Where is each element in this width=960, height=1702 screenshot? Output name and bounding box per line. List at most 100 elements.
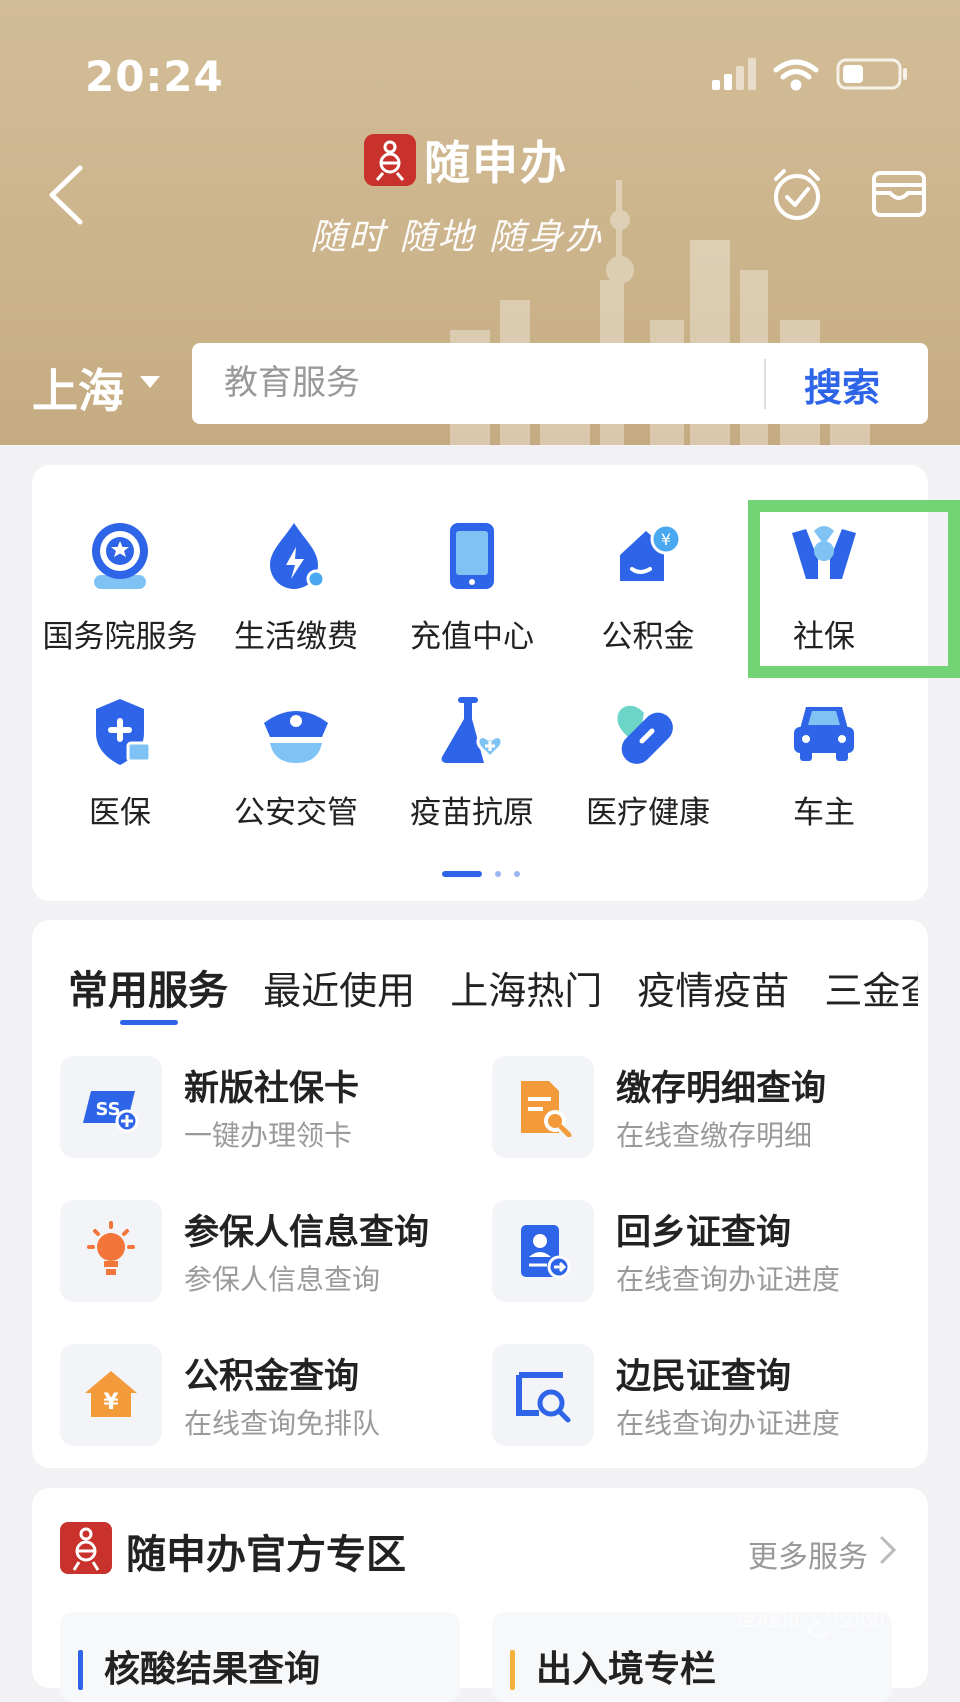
card-label: 核酸结果查询 (104, 1649, 321, 1690)
service-item-insured-info[interactable]: 参保人信息查询 参保人信息查询 (60, 1200, 460, 1310)
service-icon-box: SS (60, 1056, 162, 1158)
state-council-icon (92, 523, 148, 589)
grid-label: 生活缴费 (234, 619, 358, 655)
page-indicator (442, 863, 528, 882)
logo-icon (364, 134, 416, 186)
car-icon (794, 707, 854, 761)
grid-label: 医保 (89, 795, 151, 831)
grid-label: 国务院服务 (42, 619, 198, 655)
signal-icon (712, 58, 756, 90)
more-services-link[interactable]: 更多服务 (748, 1532, 868, 1576)
grid-item-vaccine[interactable]: 疫苗抗原 (384, 693, 560, 832)
service-title: 回乡证查询 (616, 1213, 792, 1253)
active-tab-indicator (120, 1020, 178, 1025)
service-item-housing-fund-query[interactable]: ¥ 公积金查询 在线查询免排队 (60, 1344, 460, 1454)
app-slogan: 随时 随地 随身办 (310, 217, 603, 258)
card-wallet-icon[interactable] (870, 165, 928, 223)
utility-payment-icon (270, 523, 326, 589)
window-search-icon (516, 1372, 571, 1423)
official-zone-title: 随申办官方专区 (126, 1532, 406, 1578)
status-icons (712, 58, 907, 91)
phone-recharge-icon (450, 523, 494, 589)
grid-item-medical-insurance[interactable]: 医保 (32, 693, 208, 832)
highlight-box (748, 500, 960, 678)
service-subtitle: 在线查询免排队 (184, 1407, 381, 1440)
service-tabs: 常用服务 最近使用 上海热门 疫情疫苗 三金查询 (68, 958, 918, 1018)
back-button[interactable] (40, 160, 100, 230)
service-icon-box (492, 1056, 594, 1158)
service-title: 新版社保卡 (184, 1069, 360, 1109)
id-card-icon (521, 1225, 571, 1279)
city-selector[interactable]: 上海 (32, 355, 124, 421)
grid-item-state-council[interactable]: 国务院服务 (32, 517, 208, 656)
svg-text:Bai: Bai (736, 1594, 800, 1635)
page-dot-active (442, 870, 482, 877)
tab-common-services[interactable]: 常用服务 (68, 958, 228, 1016)
caret-down-icon[interactable] (140, 376, 160, 388)
service-subtitle: 参保人信息查询 (184, 1263, 381, 1296)
service-subtitle: 一键办理领卡 (184, 1119, 353, 1152)
svg-text:¥: ¥ (661, 530, 671, 549)
service-title: 缴存明细查询 (616, 1069, 827, 1109)
app-logo: 随申办 (364, 130, 604, 190)
grid-label: 疫苗抗原 (410, 795, 534, 831)
card-accent-bar (78, 1650, 83, 1690)
service-icon-box: ¥ (60, 1344, 162, 1446)
grid-item-recharge[interactable]: 充值中心 (384, 517, 560, 656)
page-dot (495, 870, 502, 877)
tab-epidemic-vaccine[interactable]: 疫情疫苗 (637, 960, 789, 1015)
vaccine-flask-icon (441, 697, 504, 763)
chevron-right-icon[interactable] (878, 1534, 898, 1566)
grid-label: 车主 (793, 795, 855, 831)
document-search-icon (521, 1081, 572, 1137)
search-bar: 搜索 (192, 343, 928, 424)
service-subtitle: 在线查询办证进度 (616, 1407, 841, 1440)
lightbulb-icon (87, 1221, 135, 1275)
search-input[interactable] (224, 359, 724, 407)
service-title: 边民证查询 (616, 1357, 792, 1397)
logo-icon (60, 1522, 112, 1574)
search-divider (764, 359, 766, 409)
grid-item-police[interactable]: 公安交管 (208, 693, 384, 832)
service-subtitle: 在线查缴存明细 (616, 1119, 813, 1152)
search-button[interactable]: 搜索 (804, 357, 880, 412)
app-header: 20:24 随申办 随时 随地 随身办 上海 教育服务 搜索 (0, 0, 960, 445)
alarm-clock-icon[interactable] (768, 165, 826, 223)
service-icon-box (60, 1200, 162, 1302)
grid-item-utility-payment[interactable]: 生活缴费 (208, 517, 384, 656)
health-pill-icon (617, 705, 673, 764)
service-title: 参保人信息查询 (184, 1213, 430, 1253)
medical-insurance-icon (96, 699, 152, 765)
service-icon-box (492, 1344, 594, 1446)
yuan-house-icon: ¥ (85, 1371, 137, 1417)
grid-item-health[interactable]: 医疗健康 (560, 693, 736, 832)
service-title: 公积金查询 (184, 1357, 360, 1397)
service-item-home-return-permit[interactable]: 回乡证查询 在线查询办证进度 (492, 1200, 892, 1310)
status-time: 20:24 (85, 52, 224, 101)
service-subtitle: 在线查询办证进度 (616, 1263, 841, 1296)
app-name: 随申办 (424, 136, 568, 190)
grid-label: 医疗健康 (586, 795, 710, 831)
housing-fund-icon: ¥ (620, 523, 682, 581)
tab-three-funds[interactable]: 三金查询 (824, 960, 918, 1015)
common-services-card: 常用服务 最近使用 上海热门 疫情疫苗 三金查询 SS 新版社保卡 一键办理领卡 (32, 920, 928, 1468)
tab-recent[interactable]: 最近使用 (263, 960, 415, 1015)
svg-text:du: du (834, 1594, 885, 1635)
nucleic-test-card[interactable]: 核酸结果查询 (60, 1612, 460, 1702)
wifi-icon (773, 59, 819, 91)
grid-item-car-owner[interactable]: 车主 (736, 693, 912, 832)
grid-label: 公安交管 (234, 795, 358, 831)
page-dot (514, 870, 521, 877)
service-item-deposit-detail[interactable]: 缴存明细查询 在线查缴存明细 (492, 1056, 892, 1166)
tab-shanghai-hot[interactable]: 上海热门 (450, 960, 602, 1015)
grid-item-housing-fund[interactable]: ¥ 公积金 (560, 517, 736, 656)
card-accent-bar (510, 1650, 515, 1690)
service-icon-box (492, 1200, 594, 1302)
card-label: 出入境专栏 (536, 1649, 717, 1690)
baidu-watermark-logo: Bai du (735, 1593, 920, 1653)
service-item-new-ss-card[interactable]: SS 新版社保卡 一键办理领卡 (60, 1056, 460, 1166)
battery-icon (836, 58, 907, 90)
service-item-border-pass[interactable]: 边民证查询 在线查询办证进度 (492, 1344, 892, 1454)
ss-card-icon: SS (83, 1091, 139, 1133)
svg-text:¥: ¥ (103, 1390, 119, 1415)
